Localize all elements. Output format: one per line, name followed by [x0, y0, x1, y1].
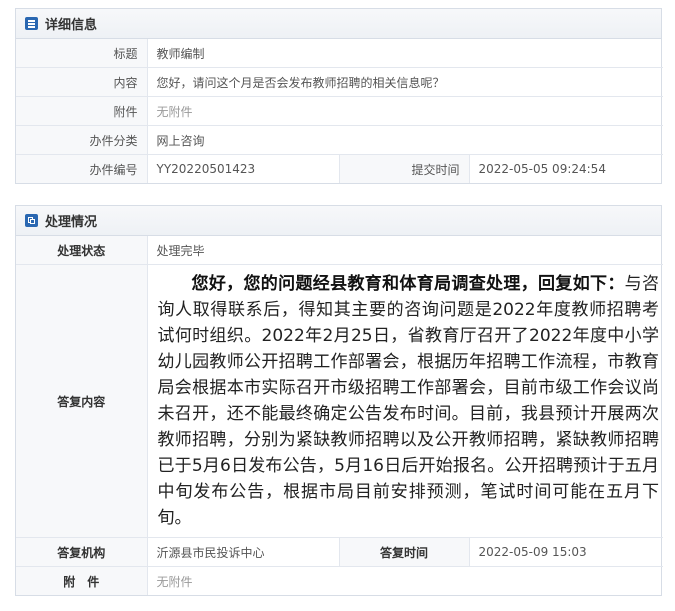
title-label: 标题: [16, 39, 148, 68]
content-row: 内容 您好，请问这个月是否会发布教师招聘的相关信息呢？: [16, 67, 663, 97]
detail-table: 标题 教师编制 内容 您好，请问这个月是否会发布教师招聘的相关信息呢？ 附件 无…: [16, 39, 663, 183]
category-value: 网上咨询: [146, 125, 663, 155]
org-row: 答复机构 沂源县市民投诉中心 答复时间 2022-05-09 15:03: [16, 537, 663, 567]
number-value: YY20220501423: [146, 154, 340, 183]
submit-time-value: 2022-05-05 09:24:54: [468, 154, 663, 183]
handling-table: 处理状态 处理完毕 答复内容 您好，您的问题经县教育和体育局调查处理，回复如下：…: [16, 236, 663, 595]
submit-time-label: 提交时间: [338, 154, 470, 183]
handling-attachment-row: 附 件 无附件: [16, 566, 663, 595]
detail-panel-header: 详细信息: [16, 9, 661, 39]
content-label: 内容: [16, 67, 148, 97]
status-label: 处理状态: [16, 236, 148, 265]
number-row: 办件编号 YY20220501423 提交时间 2022-05-05 09:24…: [16, 154, 663, 183]
status-value: 处理完毕: [146, 236, 663, 265]
copy-icon: [25, 214, 38, 227]
org-label: 答复机构: [16, 537, 148, 567]
title-row: 标题 教师编制: [16, 39, 663, 68]
reply-time-label: 答复时间: [338, 537, 470, 567]
attachment-row: 附件 无附件: [16, 96, 663, 126]
category-row: 办件分类 网上咨询: [16, 125, 663, 155]
reply-row: 答复内容 您好，您的问题经县教育和体育局调查处理，回复如下：与咨询人取得联系后，…: [16, 264, 664, 538]
handling-section-title: 处理情况: [45, 215, 98, 230]
detail-section-title: 详细信息: [45, 18, 98, 33]
number-label: 办件编号: [16, 154, 148, 183]
attachment-label: 附件: [16, 96, 148, 126]
handling-panel: 处理情况 处理状态 处理完毕 答复内容 您好，您的问题经县教育和体育局调查处理，…: [15, 205, 663, 596]
handling-attachment-value: 无附件: [146, 566, 663, 595]
reply-label: 答复内容: [16, 264, 148, 538]
title-value: 教师编制: [146, 39, 663, 68]
org-value: 沂源县市民投诉中心: [146, 537, 340, 567]
reply-body: 与咨询人取得联系后，得知其主要的咨询问题是2022年度教师招聘考试何时组织。20…: [157, 274, 660, 528]
reply-lead: 您好，您的问题经县教育和体育局调查处理，回复如下：: [191, 274, 625, 294]
content-value: 您好，请问这个月是否会发布教师招聘的相关信息呢？: [146, 67, 663, 97]
reply-cell: 您好，您的问题经县教育和体育局调查处理，回复如下：与咨询人取得联系后，得知其主要…: [146, 264, 664, 538]
reply-content: 您好，您的问题经县教育和体育局调查处理，回复如下：与咨询人取得联系后，得知其主要…: [148, 265, 664, 537]
list-icon: [25, 17, 38, 30]
status-row: 处理状态 处理完毕: [16, 236, 663, 265]
handling-panel-header: 处理情况: [16, 206, 661, 236]
detail-panel: 详细信息 标题 教师编制 内容 您好，请问这个月是否会发布教师招聘的相关信息呢？…: [15, 8, 663, 184]
category-label: 办件分类: [16, 125, 148, 155]
attachment-value: 无附件: [146, 96, 663, 126]
handling-attachment-label: 附 件: [16, 566, 148, 595]
reply-time-value: 2022-05-09 15:03: [468, 537, 663, 567]
